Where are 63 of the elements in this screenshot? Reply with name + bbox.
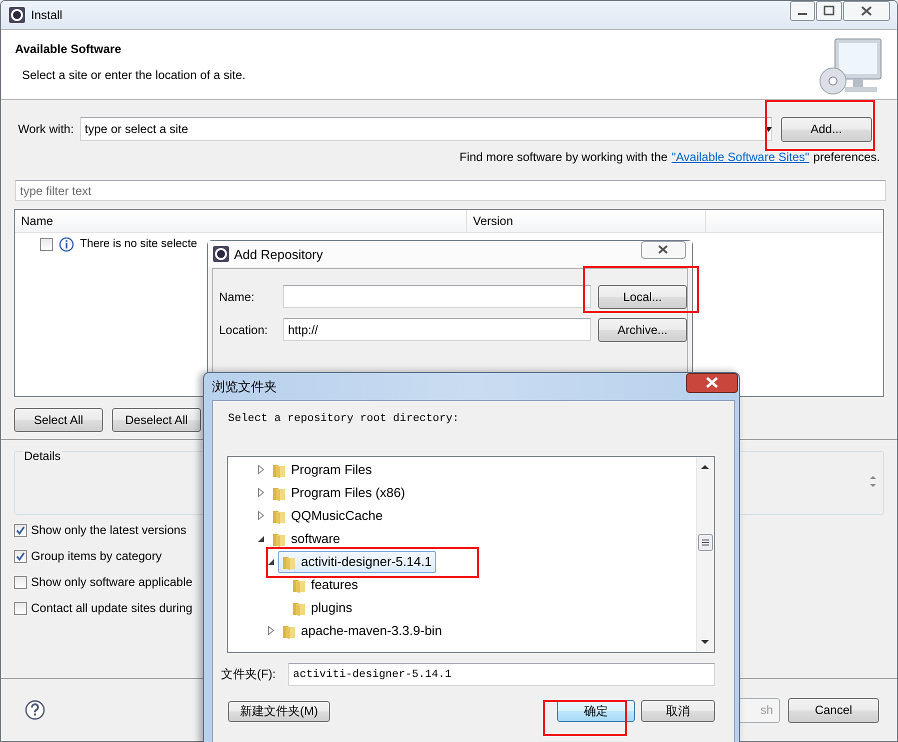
folder-item[interactable]: features bbox=[288, 574, 362, 596]
option-label: Show only the latest versions bbox=[31, 523, 186, 537]
selection-button[interactable]: Deselect All bbox=[112, 408, 201, 432]
folder-label: 文件夹(F): bbox=[221, 666, 277, 683]
dropdown-arrow-icon bbox=[764, 126, 772, 132]
details-title: Details bbox=[23, 449, 62, 463]
spinner-icon bbox=[869, 474, 877, 489]
folder-item[interactable]: apache-maven-3.3.9-bin bbox=[278, 620, 446, 642]
folder-item[interactable]: activiti-designer-5.14.1 bbox=[278, 550, 436, 572]
name-field[interactable] bbox=[283, 285, 591, 308]
dialog-button[interactable]: 新建文件夹(M) bbox=[228, 700, 330, 722]
folder-field[interactable]: activiti-designer-5.14.1 bbox=[288, 663, 715, 686]
prompt-text: Select a repository root directory: bbox=[228, 413, 460, 425]
dialog-button[interactable]: 确定 bbox=[557, 700, 635, 722]
folder-item[interactable]: Program Files (x86) bbox=[268, 482, 410, 504]
column-header[interactable]: Name bbox=[15, 210, 467, 232]
selection-button[interactable]: Select All bbox=[14, 408, 103, 432]
checkbox[interactable] bbox=[14, 550, 27, 562]
close-icon bbox=[686, 373, 738, 393]
expand-arrow-icon[interactable] bbox=[257, 511, 265, 520]
option-label: Contact all update sites during bbox=[31, 601, 192, 615]
app-icon bbox=[213, 246, 229, 262]
dialog-title: Add Repository bbox=[234, 246, 323, 262]
name-label: Name: bbox=[219, 290, 256, 304]
app-icon bbox=[9, 7, 25, 23]
location-label: Location: bbox=[219, 323, 269, 337]
option-label: Show only software applicable bbox=[31, 575, 192, 589]
dialog-button[interactable]: Local... bbox=[598, 285, 687, 309]
footer-button[interactable]: Cancel bbox=[788, 698, 879, 722]
checkbox[interactable] bbox=[14, 576, 27, 588]
scroll-up-icon bbox=[701, 464, 709, 469]
page-subtitle: Select a site or enter the location of a site. bbox=[22, 68, 246, 82]
expand-arrow-icon[interactable] bbox=[257, 488, 265, 497]
checkbox[interactable] bbox=[14, 602, 27, 614]
site-combo-box[interactable]: type or select a site bbox=[80, 117, 772, 141]
info-text: Find more software by working with the bbox=[460, 150, 668, 164]
info-icon bbox=[59, 236, 74, 252]
checkbox[interactable] bbox=[40, 238, 53, 250]
checkbox[interactable] bbox=[14, 524, 27, 536]
dialog-title: 浏览文件夹 bbox=[212, 378, 277, 396]
window-title: Install bbox=[31, 8, 62, 22]
expand-arrow-icon[interactable] bbox=[267, 626, 275, 635]
collapse-arrow-icon[interactable] bbox=[257, 534, 265, 542]
option-label: Group items by category bbox=[31, 549, 162, 563]
column-header[interactable]: Version bbox=[467, 210, 706, 232]
collapse-arrow-icon[interactable] bbox=[267, 558, 275, 566]
page-title: Available Software bbox=[15, 42, 122, 56]
folder-item[interactable]: plugins bbox=[288, 596, 356, 618]
filter-field[interactable]: type filter text bbox=[15, 180, 886, 201]
info-text: preferences. bbox=[813, 150, 880, 164]
row-text: There is no site selecte bbox=[80, 238, 198, 250]
folder-item[interactable]: software bbox=[268, 528, 344, 550]
available-sites-link[interactable]: "Available Software Sites" bbox=[672, 150, 810, 164]
scroll-down-icon bbox=[701, 640, 709, 645]
location-field[interactable]: http:// bbox=[283, 318, 591, 341]
expand-arrow-icon[interactable] bbox=[257, 465, 265, 474]
help-icon bbox=[25, 700, 45, 720]
folder-item[interactable]: Program Files bbox=[268, 458, 376, 480]
folder-item[interactable]: QQMusicCache bbox=[268, 504, 387, 526]
add-button[interactable]: Add... bbox=[780, 116, 872, 142]
dialog-button[interactable]: 取消 bbox=[641, 700, 715, 722]
work-with-label: Work with: bbox=[18, 122, 74, 136]
dialog-button[interactable]: Archive... bbox=[598, 318, 687, 342]
